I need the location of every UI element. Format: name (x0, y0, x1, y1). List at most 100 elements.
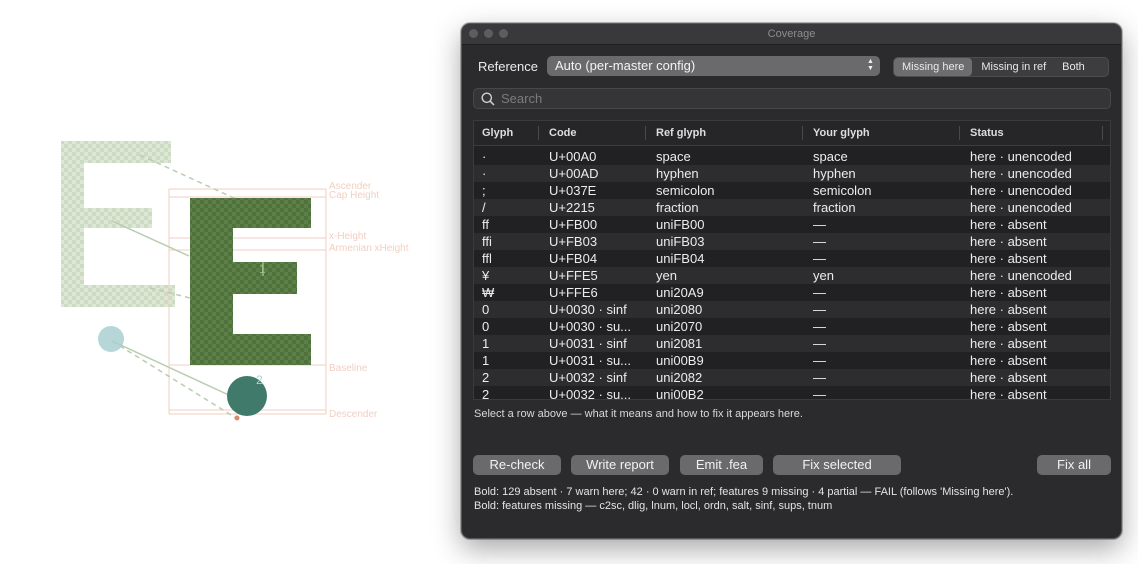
reference-select-value: Auto (per-master config) (555, 58, 696, 73)
cell-status: here · absent (970, 251, 1047, 266)
cell-code: U+FB00 (549, 217, 598, 232)
table-row[interactable]: 0 U+0030 · sinf uni2080 — here · absent (474, 301, 1110, 318)
cell-ref-glyph: yen (656, 268, 677, 283)
cell-your-glyph: semicolon (813, 183, 872, 198)
cell-code: U+FFE5 (549, 268, 598, 283)
table-row[interactable]: 1 U+0031 · su... uni00B9 — here · absent (474, 352, 1110, 369)
table-row[interactable]: · U+00AD hyphen hyphen here · unencoded (474, 165, 1110, 182)
cell-your-glyph: — (813, 217, 826, 232)
table-row[interactable]: ffi U+FB03 uniFB03 — here · absent (474, 233, 1110, 250)
node-label-1: 1 (259, 262, 266, 276)
cell-status: here · unencoded (970, 166, 1072, 181)
table-row[interactable]: / U+2215 fraction fraction here · unencoded (474, 199, 1110, 216)
cell-ref-glyph: uniFB00 (656, 217, 705, 232)
table-row[interactable]: 2 U+0032 · sinf uni2082 — here · absent (474, 369, 1110, 386)
fix-selected-button[interactable]: Fix selected (773, 455, 901, 475)
cell-status: here · unencoded (970, 268, 1072, 283)
reference-label: Reference (478, 59, 538, 74)
cell-your-glyph: — (813, 319, 826, 334)
cell-glyph: · (482, 166, 487, 181)
cell-status: here · absent (970, 285, 1047, 300)
column-header-glyph[interactable]: Glyph (482, 127, 513, 139)
cell-glyph: 0 (482, 302, 490, 317)
cell-glyph: / (482, 200, 486, 215)
column-header-ref-glyph[interactable]: Ref glyph (656, 127, 706, 139)
cell-code: U+0030 · sinf (549, 302, 627, 317)
cell-code: U+0031 · sinf (549, 336, 627, 351)
reference-select[interactable]: Auto (per-master config) ▲ ▼ (547, 56, 880, 76)
table-row[interactable]: ffl U+FB04 uniFB04 — here · absent (474, 250, 1110, 267)
segment-missing-in-ref[interactable]: Missing in ref (973, 58, 1054, 76)
cell-your-glyph: — (813, 234, 826, 249)
summary-text: Bold: 129 absent · 7 warn here; 42 · 0 w… (474, 485, 1013, 513)
table-row[interactable]: · U+00A0 space space here · unencoded (474, 148, 1110, 165)
column-header-status[interactable]: Status (970, 127, 1004, 139)
coverage-table[interactable]: Glyph Code Ref glyph Your glyph Status ·… (473, 120, 1111, 400)
fix-all-button[interactable]: Fix all (1037, 455, 1111, 475)
recheck-button[interactable]: Re-check (473, 455, 561, 475)
search-field[interactable]: Search (473, 88, 1111, 109)
title-bar[interactable]: Coverage (462, 24, 1121, 45)
column-header-your-glyph[interactable]: Your glyph (813, 127, 870, 139)
cell-glyph: 1 (482, 353, 490, 368)
cell-ref-glyph: uniFB03 (656, 234, 705, 249)
cell-glyph: ff (482, 217, 489, 232)
cell-status: here · absent (970, 387, 1047, 400)
node-label-2: 2 (256, 373, 263, 387)
column-divider[interactable] (645, 126, 646, 140)
segment-both[interactable]: Both (1054, 58, 1093, 76)
cell-ref-glyph: uni2080 (656, 302, 703, 317)
cell-ref-glyph: uniFB04 (656, 251, 705, 266)
filter-segmented-control[interactable]: Missing here Missing in ref Both (893, 57, 1109, 77)
cell-glyph: ¥ (482, 268, 490, 283)
cell-glyph: · (482, 149, 487, 164)
column-divider[interactable] (802, 126, 803, 140)
table-row[interactable]: ₩ U+FFE6 uni20A9 — here · absent (474, 284, 1110, 301)
cell-your-glyph: hyphen (813, 166, 856, 181)
table-row[interactable]: 0 U+0030 · su... uni2070 — here · absent (474, 318, 1110, 335)
coverage-window: Coverage Reference Auto (per-master conf… (461, 23, 1122, 539)
cell-glyph: ffl (482, 251, 492, 266)
column-divider[interactable] (538, 126, 539, 140)
cell-ref-glyph: uni00B9 (656, 353, 704, 368)
glyph-canvas[interactable]: Ascender Cap Height x-Height Armenian xH… (0, 0, 460, 564)
column-divider[interactable] (959, 126, 960, 140)
cell-ref-glyph: uni2082 (656, 370, 703, 385)
cell-your-glyph: — (813, 285, 826, 300)
cell-ref-glyph: uni20A9 (656, 285, 704, 300)
cell-your-glyph: — (813, 387, 826, 400)
emit-fea-button[interactable]: Emit .fea (680, 455, 763, 475)
table-row[interactable]: 1 U+0031 · sinf uni2081 — here · absent (474, 335, 1110, 352)
cell-status: here · absent (970, 217, 1047, 232)
chevron-updown-icon: ▲ ▼ (867, 58, 874, 72)
cell-glyph: 1 (482, 336, 490, 351)
column-divider[interactable] (1102, 126, 1103, 140)
summary-line-2: Bold: features missing — c2sc, dlig, lnu… (474, 500, 833, 512)
cell-status: here · absent (970, 302, 1047, 317)
cell-status: here · unencoded (970, 183, 1072, 198)
cell-status: here · absent (970, 234, 1047, 249)
table-row[interactable]: ¥ U+FFE5 yen yen here · unencoded (474, 267, 1110, 284)
table-row[interactable]: ff U+FB00 uniFB00 — here · absent (474, 216, 1110, 233)
baseline-label: Baseline (329, 363, 368, 374)
cell-your-glyph: — (813, 353, 826, 368)
search-placeholder: Search (501, 91, 543, 106)
segment-missing-here[interactable]: Missing here (894, 58, 973, 76)
cell-code: U+00A0 (549, 149, 597, 164)
cell-code: U+0030 · su... (549, 319, 632, 334)
selection-hint: Select a row above — what it means and h… (474, 408, 803, 420)
column-header-code[interactable]: Code (549, 127, 577, 139)
table-row[interactable]: ; U+037E semicolon semicolon here · unencode… (474, 182, 1110, 199)
cell-your-glyph: — (813, 302, 826, 317)
cell-ref-glyph: hyphen (656, 166, 699, 181)
descender-label: Descender (329, 409, 378, 420)
cell-glyph: 2 (482, 387, 490, 400)
cell-ref-glyph: uni00B2 (656, 387, 704, 400)
cell-code: U+FFE6 (549, 285, 598, 300)
table-header: Glyph Code Ref glyph Your glyph Status (474, 121, 1110, 146)
write-report-button[interactable]: Write report (571, 455, 669, 475)
table-row[interactable]: 2 U+0032 · su... uni00B2 — here · absent (474, 386, 1110, 400)
cell-status: here · unencoded (970, 149, 1072, 164)
cell-glyph: ffi (482, 234, 492, 249)
x-height-label: x-Height (329, 231, 367, 242)
